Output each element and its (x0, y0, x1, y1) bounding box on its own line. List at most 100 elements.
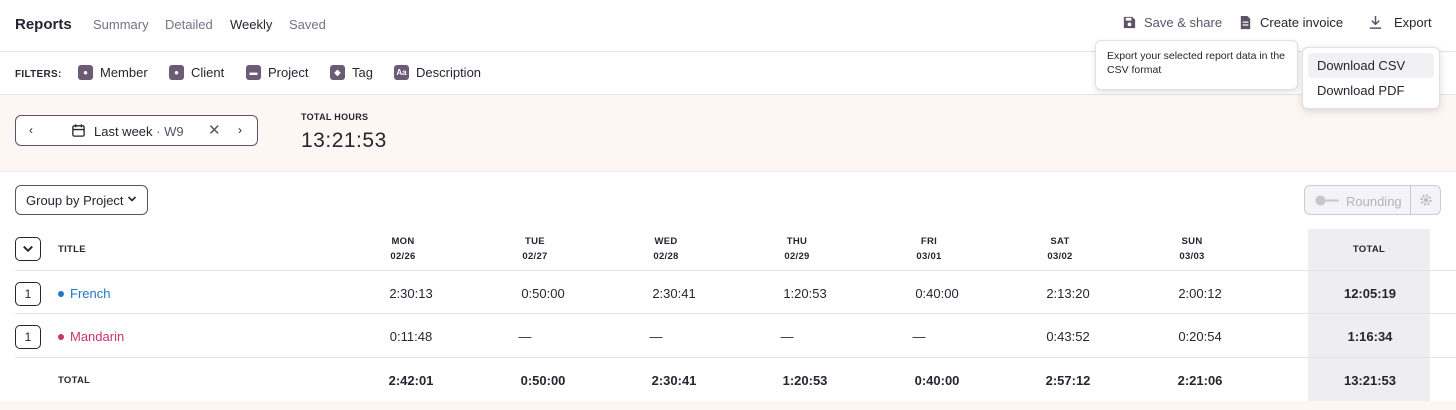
day-name: TUE (525, 236, 545, 247)
day-header-mon: MON 02/26 (373, 234, 433, 264)
day-name: MON (391, 236, 415, 247)
day-date: 03/02 (1047, 251, 1073, 262)
filter-client[interactable]: ● Client (169, 65, 224, 80)
save-share-button[interactable]: Save & share (1122, 15, 1222, 30)
filter-description-label: Description (416, 65, 482, 80)
title-header: TITLE (58, 244, 86, 255)
cell-mon: 0:11:48 (389, 329, 433, 344)
date-range-label: Last week (94, 124, 153, 139)
day-header-tue: TUE 02/27 (505, 234, 565, 264)
day-date: 03/01 (916, 251, 942, 262)
day-name: WED (654, 236, 678, 247)
filters-label: FILTERS: (15, 69, 62, 80)
day-date: 02/28 (653, 251, 679, 262)
cell-sun: 2:00:12 (1178, 286, 1222, 301)
entry-count-button[interactable]: 1 (15, 325, 41, 349)
tab-summary[interactable]: Summary (93, 17, 149, 32)
total-thu: 1:20:53 (782, 373, 828, 388)
collapse-all-button[interactable] (15, 237, 41, 261)
chevron-down-icon (23, 245, 33, 253)
project-link-french[interactable]: French (58, 286, 110, 301)
total-wed: 2:30:41 (651, 373, 697, 388)
date-range-text: Last week · W9 (94, 124, 184, 139)
export-label: Export (1394, 15, 1432, 30)
project-name: French (70, 286, 111, 301)
create-invoice-label: Create invoice (1260, 15, 1344, 30)
cell-fri: — (912, 329, 926, 344)
download-icon (1369, 15, 1382, 29)
save-share-label: Save & share (1144, 15, 1223, 30)
day-date: 03/03 (1179, 251, 1205, 262)
tab-weekly[interactable]: Weekly (230, 17, 272, 32)
rounding-label: Rounding (1346, 194, 1402, 209)
cell-tue: — (518, 329, 532, 344)
save-icon (1123, 16, 1136, 29)
date-range-separator: · (156, 124, 161, 139)
filter-description[interactable]: Aa Description (394, 65, 481, 80)
project-color-dot (58, 290, 64, 297)
date-range-week: W9 (164, 124, 184, 139)
cell-sat: 2:13:20 (1046, 286, 1090, 301)
row-divider (15, 270, 1456, 271)
filter-project-label: Project (268, 65, 309, 80)
grand-total: 13:21:53 (1343, 373, 1397, 388)
date-range-picker[interactable]: ‹ Last week · W9 ✕ › (15, 115, 258, 146)
cell-mon: 2:30:13 (389, 286, 433, 301)
group-by-select[interactable]: Group by Project (15, 185, 148, 215)
export-dropdown: Download CSV Download PDF (1302, 47, 1440, 109)
day-name: THU (786, 236, 808, 247)
download-csv-option[interactable]: Download CSV (1308, 53, 1434, 78)
chevron-left-icon[interactable]: ‹ (29, 123, 33, 137)
filter-member[interactable]: ● Member (78, 65, 148, 80)
cell-thu: 1:20:53 (783, 286, 827, 301)
project-link-mandarin[interactable]: Mandarin (58, 329, 124, 344)
clear-date-icon[interactable]: ✕ (208, 121, 221, 139)
summary-band: ‹ Last week · W9 ✕ › TOTAL HOURS 13:21:5… (0, 96, 1456, 172)
tag-icon: ◆ (330, 65, 345, 80)
cell-row-total: 12:05:19 (1343, 286, 1397, 301)
day-date: 02/27 (522, 251, 548, 262)
cell-tue: 0:50:00 (521, 286, 565, 301)
day-date: 02/26 (390, 251, 416, 262)
row-divider (15, 357, 1456, 358)
filter-member-label: Member (100, 65, 148, 80)
download-pdf-option[interactable]: Download PDF (1308, 78, 1434, 103)
filter-project[interactable]: ▬ Project (246, 65, 308, 80)
calendar-icon (72, 124, 85, 137)
cell-row-total: 1:16:34 (1347, 329, 1393, 344)
day-header-sun: SUN 03/03 (1162, 234, 1222, 264)
filter-tag[interactable]: ◆ Tag (330, 65, 373, 80)
day-header-fri: FRI 03/01 (899, 234, 959, 264)
tab-detailed[interactable]: Detailed (165, 17, 213, 32)
total-fri: 0:40:00 (914, 373, 960, 388)
page-title: Reports (15, 16, 72, 33)
member-icon: ● (78, 65, 93, 80)
gear-icon (1420, 194, 1432, 206)
rounding-settings-button[interactable] (1410, 186, 1441, 214)
create-invoice-button[interactable]: Create invoice (1238, 15, 1343, 30)
day-name: SUN (1181, 236, 1203, 247)
total-tue: 0:50:00 (520, 373, 566, 388)
chevron-right-icon[interactable]: › (238, 123, 242, 137)
rounding-control[interactable]: Rounding (1304, 185, 1441, 215)
day-header-sat: SAT 03/02 (1030, 234, 1090, 264)
total-sun: 2:21:06 (1177, 373, 1223, 388)
cell-wed: — (649, 329, 663, 344)
export-button[interactable]: Export (1368, 15, 1432, 30)
cell-sat: 0:43:52 (1046, 329, 1090, 344)
cell-thu: — (780, 329, 794, 344)
total-sat: 2:57:12 (1045, 373, 1091, 388)
description-icon: Aa (394, 65, 409, 80)
totals-label: TOTAL (58, 375, 91, 386)
project-icon: ▬ (246, 65, 261, 80)
entry-count-button[interactable]: 1 (15, 282, 41, 306)
project-name: Mandarin (70, 329, 125, 344)
day-name: SAT (1050, 236, 1070, 247)
cell-wed: 2:30:41 (652, 286, 696, 301)
group-by-label: Group by Project (26, 192, 124, 208)
rounding-toggle[interactable] (1315, 195, 1341, 206)
tab-saved[interactable]: Saved (289, 17, 326, 32)
project-color-dot (58, 333, 64, 340)
total-hours-value: 13:21:53 (301, 129, 387, 152)
invoice-icon (1240, 15, 1251, 30)
